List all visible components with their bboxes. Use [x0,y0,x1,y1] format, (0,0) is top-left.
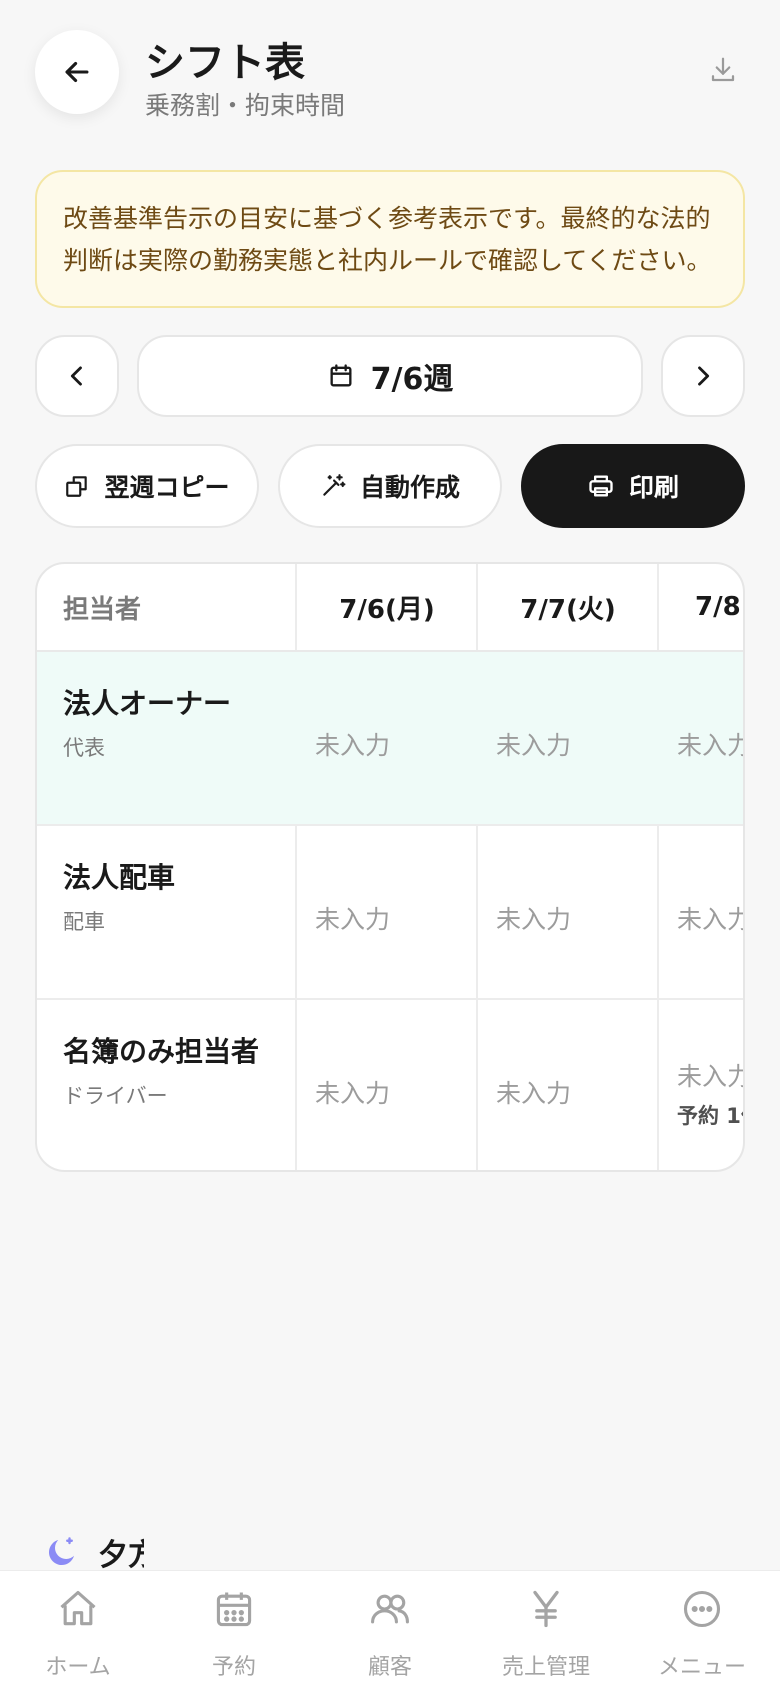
table-row: 法人配車 配車 未入力 未入力 未入力 [37,826,745,1000]
tab-label: 売上管理 [501,1655,590,1680]
tab-sales[interactable]: 売上管理 [468,1571,624,1688]
moon-icon [48,1537,74,1566]
shift-status: 未入力 [496,731,572,760]
shift-table-screen: シフト表 乗務割・拘束時間 改善基準告示の目安に基づく参考表示です。最終的な法的… [0,0,780,1688]
week-selector[interactable]: 7/6週 [137,335,643,417]
day-column-header: 7/6(月) [339,594,435,625]
day-column-header: 7/7(火) [520,594,616,625]
arrow-left-icon [65,61,89,83]
shift-cell[interactable]: 未入力 予約 1件 [659,1000,745,1170]
shift-cell[interactable]: 未入力 [297,1000,476,1170]
staff-role: 配車 [63,910,105,934]
shift-cell[interactable]: 未入力 [478,652,657,826]
copy-next-week-label: 翌週コピー [104,473,230,502]
calendar-icon [216,1592,252,1627]
bottom-navigation: ホーム 予約 顧客 売上管理 メニュー [0,1570,780,1688]
copy-icon [66,476,88,497]
shift-cell[interactable]: 未入力 [659,826,745,1000]
header: シフト表 乗務割・拘束時間 [35,30,745,120]
shift-status: 未入力 [677,731,745,760]
calendar-icon [330,364,352,387]
tab-label: ホーム [45,1655,111,1680]
magic-wand-icon [323,474,346,496]
shift-status: 未入力 [315,905,391,934]
download-icon [711,57,735,82]
table-row: 名簿のみ担当者 ドライバー 未入力 未入力 未入力 予約 1件 [37,1000,745,1170]
copy-next-week-button[interactable]: 翌週コピー [35,444,259,528]
shift-cell[interactable]: 未入力 [478,1000,657,1170]
chevron-right-icon [698,366,710,386]
shift-status: 未入力 [496,905,572,934]
shift-status: 未入力 [496,1079,572,1108]
print-button[interactable]: 印刷 [521,444,745,528]
shift-cell[interactable]: 未入力 [478,826,657,1000]
shift-table: 担当者 7/6(月) 7/7(火) 7/8 法人オーナー 代表 未入力 未入力 … [35,562,745,1172]
auto-create-button[interactable]: 自動作成 [278,444,502,528]
evening-section: 夕方 [44,1532,144,1573]
evening-label: 夕方 [98,1538,144,1573]
shift-status: 未入力 [677,905,745,934]
tab-home[interactable]: ホーム [0,1571,156,1688]
shift-cell[interactable]: 未入力 [297,652,476,826]
back-button[interactable] [35,30,119,114]
home-icon [60,1590,96,1626]
staff-role: 代表 [63,736,105,760]
shift-status: 未入力 [677,1062,745,1091]
table-row: 法人オーナー 代表 未入力 未入力 未入力 [37,652,745,826]
day-column-header: 7/8 [695,592,741,622]
shift-cell[interactable]: 未入力 [659,652,745,826]
table-header: 担当者 7/6(月) 7/7(火) 7/8 [37,564,743,652]
staff-name: 法人オーナー [63,687,232,720]
page-title: シフト表 [145,40,305,86]
legal-notice: 改善基準告示の目安に基づく参考表示です。最終的な法的判断は実際の勤務実態と社内ル… [35,170,745,308]
more-icon [683,1590,721,1628]
auto-create-label: 自動作成 [359,473,460,502]
tab-label: 予約 [211,1655,256,1680]
action-bar: 翌週コピー 自動作成 印刷 [35,444,745,528]
staff-name: 法人配車 [63,861,176,894]
print-label: 印刷 [628,473,679,502]
yen-icon [533,1590,559,1628]
next-week-button[interactable] [661,335,745,417]
chevron-left-icon [70,366,82,386]
tab-label: メニュー [657,1655,746,1680]
tab-reservations[interactable]: 予約 [156,1571,312,1688]
tab-customers[interactable]: 顧客 [312,1571,468,1688]
shift-status: 未入力 [315,1079,391,1108]
staff-role: ドライバー [63,1084,168,1108]
tab-label: 顧客 [367,1655,412,1680]
users-icon [371,1594,409,1624]
page-subtitle: 乗務割・拘束時間 [145,91,346,120]
printer-icon [589,475,613,497]
week-navigation: 7/6週 [35,335,745,417]
booking-count: 予約 1件 [677,1104,743,1128]
download-button[interactable] [701,48,745,92]
week-label: 7/6週 [370,362,454,397]
prev-week-button[interactable] [35,335,119,417]
tab-menu[interactable]: メニュー [624,1571,780,1688]
staff-column-header: 担当者 [63,594,142,625]
shift-cell[interactable]: 未入力 [297,826,476,1000]
staff-name: 名簿のみ担当者 [63,1035,260,1068]
shift-status: 未入力 [315,731,391,760]
